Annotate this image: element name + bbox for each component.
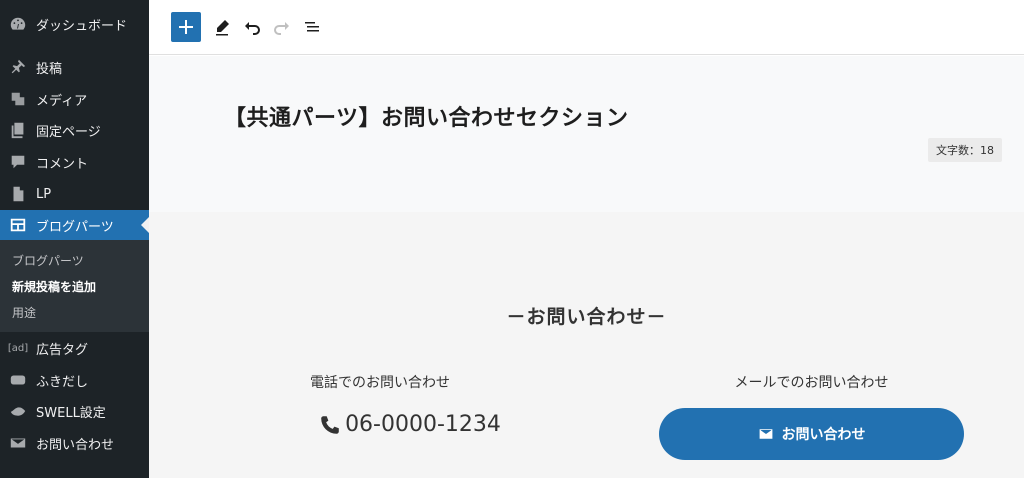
sidebar-item-posts[interactable]: 投稿 [0, 52, 149, 82]
redo-icon [274, 22, 289, 35]
list-view-icon [305, 22, 319, 32]
sidebar-item-blog-parts[interactable]: ブログパーツ [0, 210, 149, 240]
sidebar-item-label: ふきだし [36, 374, 89, 390]
envelope-icon [759, 429, 772, 439]
submenu-item-blog-parts[interactable]: ブログパーツ [12, 252, 84, 269]
bubble-icon [0, 371, 36, 389]
post-title-area: 【共通パーツ】お問い合わせセクション 文字数：18 [149, 56, 1024, 212]
add-block-button[interactable] [171, 12, 201, 42]
sidebar-item-contact[interactable]: お問い合わせ [0, 428, 149, 458]
document-icon [0, 185, 36, 203]
sidebar-item-lp[interactable]: LP [0, 179, 149, 209]
tel-label: 電話でのお問い合わせ [310, 375, 450, 391]
pencil-icon [216, 20, 229, 36]
sidebar-item-ad-tags[interactable]: [ad] 広告タグ [0, 333, 149, 363]
sidebar-item-comments[interactable]: コメント [0, 147, 149, 177]
sidebar-item-label: 固定ページ [36, 124, 101, 140]
sidebar-item-media[interactable]: メディア [0, 84, 149, 114]
comment-icon [0, 153, 36, 171]
undo-button[interactable] [237, 12, 267, 42]
submenu-item-add-new[interactable]: 新規投稿を追加 [12, 278, 96, 295]
contact-section: －お問い合わせ－ 電話でのお問い合わせ 06-0000-1234 メールでのお問… [149, 212, 1024, 478]
sidebar-item-label: コメント [36, 156, 89, 172]
admin-sidebar: ダッシュボード 投稿 メディア 固定ページ コメント LP ブログパーツ ブログ… [0, 0, 149, 478]
media-icon [0, 90, 36, 108]
sidebar-item-label: メディア [36, 93, 88, 109]
redo-button[interactable] [267, 12, 297, 42]
mail-icon [0, 434, 36, 452]
sidebar-item-label: お問い合わせ [36, 437, 115, 453]
section-heading: －お問い合わせ－ [506, 306, 667, 328]
blog-parts-icon [0, 216, 36, 234]
contact-mail-button[interactable]: お問い合わせ [659, 408, 964, 460]
post-title[interactable]: 【共通パーツ】お問い合わせセクション [224, 100, 629, 132]
sidebar-item-speech-bubble[interactable]: ふきだし [0, 365, 149, 395]
sidebar-item-label: SWELL設定 [36, 405, 106, 421]
list-view-button[interactable] [297, 12, 327, 42]
mail-label: メールでのお問い合わせ [734, 375, 889, 391]
pages-icon [0, 121, 36, 139]
submenu-item-usage[interactable]: 用途 [12, 304, 36, 321]
blog-parts-submenu: ブログパーツ 新規投稿を追加 用途 [0, 240, 149, 332]
editor-toolbar [149, 0, 1024, 55]
dashboard-icon [0, 15, 36, 33]
edit-tool-button[interactable] [207, 12, 237, 42]
pin-icon [0, 58, 36, 76]
sidebar-item-label: ダッシュボード [36, 18, 128, 34]
sidebar-item-label: ブログパーツ [36, 219, 114, 235]
mail-button-label: お問い合わせ [781, 427, 866, 443]
swell-icon [0, 402, 36, 420]
phone-icon [321, 415, 339, 434]
ad-icon: [ad] [7, 342, 29, 354]
sidebar-item-label: 広告タグ [36, 342, 89, 358]
undo-icon [245, 22, 260, 35]
sidebar-item-swell-settings[interactable]: SWELL設定 [0, 396, 149, 426]
sidebar-item-label: LP [36, 186, 52, 202]
sidebar-item-dashboard[interactable]: ダッシュボード [0, 9, 149, 39]
tel-number: 06-0000-1234 [269, 412, 551, 437]
char-count-badge: 文字数：18 [928, 138, 1002, 162]
tel-number-text: 06-0000-1234 [345, 412, 501, 437]
plus-icon [179, 20, 193, 34]
sidebar-item-label: 投稿 [36, 61, 63, 77]
sidebar-item-pages[interactable]: 固定ページ [0, 115, 149, 145]
